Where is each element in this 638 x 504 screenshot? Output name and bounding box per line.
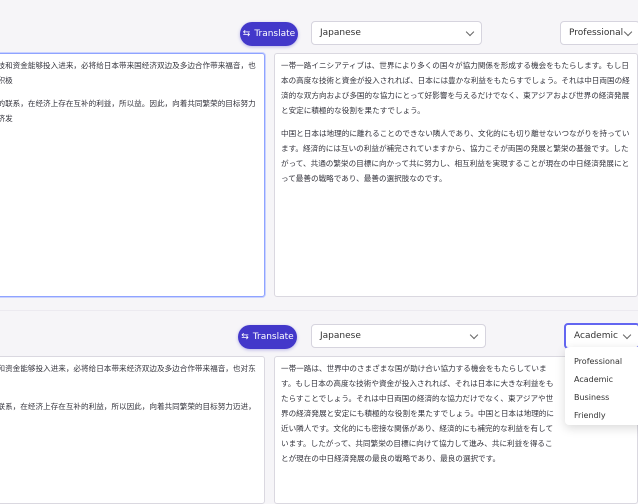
chevron-down-icon (469, 330, 479, 340)
output-textarea[interactable]: 一帯一路イニシアティブは、世界により多くの国々が協力関係を形成する機会をもたらし… (274, 53, 638, 297)
translate-button-label: Translate (252, 332, 294, 342)
tone-dropdown-menu: Professional Academic Business Friendly (565, 347, 638, 425)
language-select[interactable]: Japanese (311, 21, 482, 45)
tone-option-professional[interactable]: Professional (565, 353, 638, 371)
tone-select[interactable]: Academic (564, 323, 638, 349)
output-paragraph: 中国と日本は地理的に離れることのできない隣人であり、文化的にも切り離せないつなが… (281, 129, 630, 183)
source-textarea[interactable]: 形成互助合作的契机。如果日本高科技和资金能够投入进来，必将给日本带来国经济双边及… (0, 53, 265, 297)
translate-button-label: Translate (254, 29, 296, 39)
chevron-down-icon (623, 27, 633, 37)
source-paragraph: 形成互助合作的契机。如果日本高科技和资金能够投入进来，必将给日本带来国经济双边及… (0, 61, 256, 85)
swap-icon: ⇆ (241, 332, 249, 342)
source-paragraph: 的邻国，在文化上有着切也切不断的联系，在经济上存在互补的利益，所以因此，向着共同… (0, 402, 256, 411)
language-select[interactable]: Japanese (311, 324, 486, 348)
tone-select[interactable]: Professional (560, 21, 638, 45)
language-select-value: Japanese (320, 28, 361, 38)
tone-option-academic[interactable]: Academic (565, 371, 638, 389)
tone-option-business[interactable]: Business (565, 389, 638, 407)
chevron-down-icon (465, 27, 475, 37)
source-paragraph: 走的邻国，在文化上有着切也切不断的联系，在经济上存在互补的利益，所以益。因此，向… (0, 99, 256, 123)
chevron-down-icon (622, 330, 632, 340)
language-select-value: Japanese (320, 331, 361, 341)
source-textarea[interactable]: 成互助合作的契机。如果日本高科技和资金能够投入进来，必将给日本带来经济双边及多边… (0, 356, 265, 504)
swap-icon: ⇆ (242, 29, 251, 39)
translate-button[interactable]: ⇆ Translate (240, 22, 298, 46)
translate-button[interactable]: ⇆ Translate (238, 325, 297, 349)
output-paragraph: 一帯一路イニシアティブは、世界により多くの国々が協力関係を形成する機会をもたらし… (281, 61, 630, 115)
tone-option-friendly[interactable]: Friendly (565, 407, 638, 425)
output-paragraph: 一帯一路は、世界中のさまざまな国が助け合い協力する機会をもたらしています。もし日… (281, 364, 554, 463)
section-divider (0, 310, 638, 311)
tone-select-value: Professional (569, 28, 624, 38)
tone-select-value: Academic (574, 331, 618, 341)
source-paragraph: 成互助合作的契机。如果日本高科技和资金能够投入进来，必将给日本带来经济双边及多边… (0, 364, 256, 373)
